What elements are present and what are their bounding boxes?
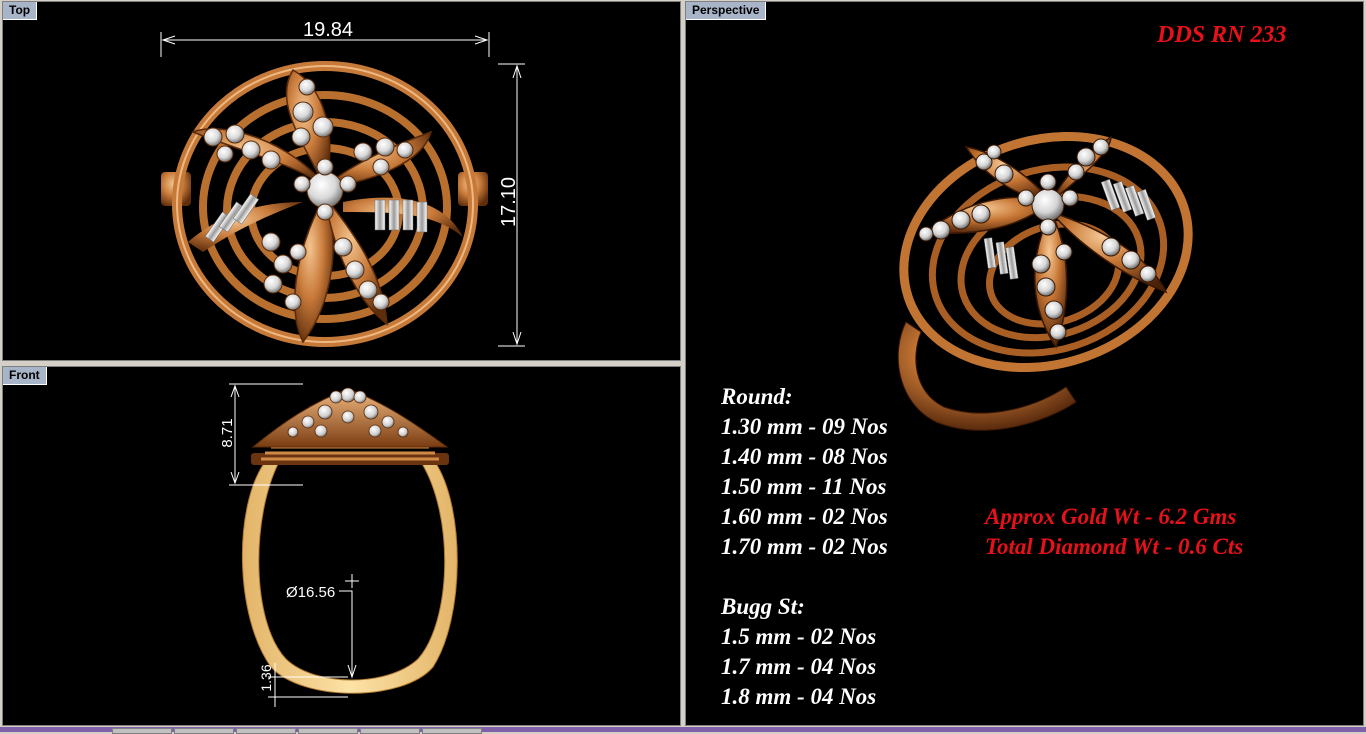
round-spec-5: 1.70 mm - 02 Nos (721, 534, 888, 559)
dimension-width: 19.84 (303, 19, 353, 41)
round-spec-1: 1.30 mm - 09 Nos (721, 414, 888, 439)
stone-specs: Round: 1.30 mm - 09 Nos 1.40 mm - 08 Nos… (721, 382, 888, 712)
bottom-tab-6[interactable] (422, 728, 482, 734)
top-view-drawing: 19.84 17.10 (160, 19, 525, 347)
bottom-tab-2[interactable] (174, 728, 234, 734)
viewport-label-perspective[interactable]: Perspective (686, 2, 767, 20)
round-spec-3: 1.50 mm - 11 Nos (721, 474, 887, 499)
bottom-tab-4[interactable] (298, 728, 358, 734)
viewport-label-front[interactable]: Front (3, 367, 47, 385)
viewport-label-top[interactable]: Top (3, 2, 38, 20)
bugg-heading: Bugg St: (721, 594, 805, 619)
bugg-spec-3: 1.8 mm - 04 Nos (721, 684, 877, 709)
bugg-spec-2: 1.7 mm - 04 Nos (721, 654, 877, 679)
ring-band-front (242, 461, 458, 694)
gold-weight: Approx Gold Wt - 6.2 Gms (985, 504, 1237, 529)
top-viewport[interactable]: Top 19.84 17.10 (2, 1, 681, 361)
bottom-tab-1[interactable] (112, 728, 172, 734)
front-view-drawing: 8.71 Ø16.56 1.36 (219, 383, 458, 707)
dimension-diameter: Ø16.56 (286, 584, 335, 601)
dimension-height-front: 8.71 (219, 418, 236, 447)
bottom-tab-3[interactable] (236, 728, 296, 734)
spec-spacer (721, 562, 888, 592)
bottom-tab-5[interactable] (360, 728, 420, 734)
diamond-weight: Total Diamond Wt - 0.6 Cts (985, 534, 1244, 559)
dimension-height: 17.10 (498, 177, 520, 227)
dimension-band: 1.36 (258, 664, 274, 691)
round-spec-2: 1.40 mm - 08 Nos (721, 444, 888, 469)
bugg-spec-1: 1.5 mm - 02 Nos (721, 624, 877, 649)
perspective-viewport[interactable]: Perspective DDS RN 233 Round: 1.30 mm - … (685, 1, 1364, 726)
round-spec-4: 1.60 mm - 02 Nos (721, 504, 888, 529)
round-heading: Round: (721, 384, 793, 409)
front-viewport[interactable]: Front 8.71 Ø16.56 1.36 (2, 366, 681, 726)
